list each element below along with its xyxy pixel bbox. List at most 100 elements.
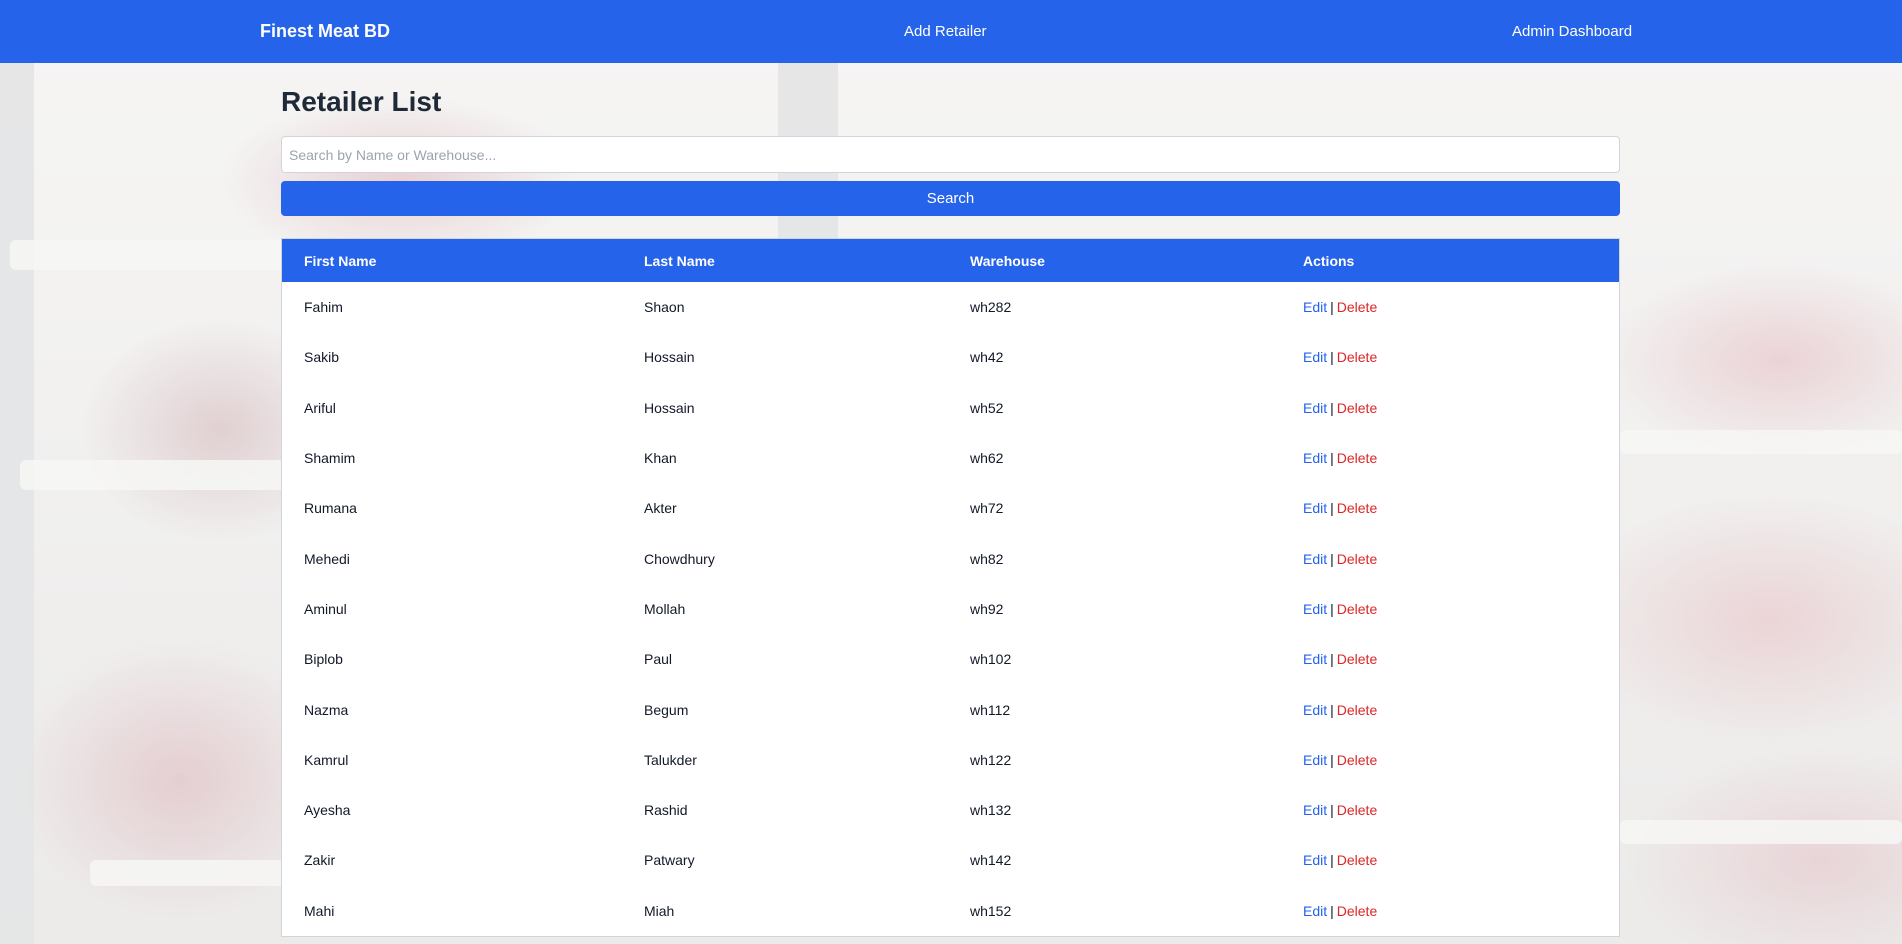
column-header-last-name: Last Name (644, 252, 715, 269)
cell-warehouse: wh52 (970, 399, 1004, 416)
cell-last-name: Talukder (644, 751, 697, 768)
column-header-warehouse: Warehouse (970, 252, 1045, 269)
cell-actions: Edit | Delete (1281, 282, 1619, 332)
nav-add-retailer-link[interactable]: Add Retailer (904, 23, 987, 40)
cell-warehouse: wh62 (970, 450, 1004, 467)
edit-link[interactable]: Edit (1303, 551, 1327, 567)
edit-link[interactable]: Edit (1303, 500, 1327, 516)
cell-first-name: Shamim (304, 450, 356, 467)
cell-last-name: Khan (644, 450, 677, 467)
delete-link[interactable]: Delete (1337, 903, 1377, 919)
action-separator: | (1330, 349, 1334, 366)
delete-link[interactable]: Delete (1337, 651, 1377, 667)
delete-link[interactable]: Delete (1337, 702, 1377, 718)
column-header-actions: Actions (1303, 252, 1355, 269)
table-row: Aminul Mollah wh92 Edit | Delete (282, 584, 1619, 634)
cell-actions: Edit | Delete (1281, 735, 1619, 785)
action-separator: | (1330, 600, 1334, 617)
cell-first-name: Nazma (304, 701, 349, 718)
delete-link[interactable]: Delete (1337, 752, 1377, 768)
cell-actions: Edit | Delete (1281, 433, 1619, 483)
cell-first-name: Zakir (304, 852, 336, 869)
edit-link[interactable]: Edit (1303, 651, 1327, 667)
table-header-row: First Name Last Name Warehouse Actions (282, 239, 1619, 282)
cell-warehouse: wh72 (970, 500, 1004, 517)
table-row: Ayesha Rashid wh132 Edit | Delete (282, 785, 1619, 835)
table-row: Sakib Hossain wh42 Edit | Delete (282, 332, 1619, 382)
action-separator: | (1330, 299, 1334, 316)
action-separator: | (1330, 802, 1334, 819)
search-input[interactable] (281, 136, 1620, 173)
cell-warehouse: wh132 (970, 802, 1012, 819)
edit-link[interactable]: Edit (1303, 702, 1327, 718)
cell-actions: Edit | Delete (1281, 483, 1619, 533)
action-separator: | (1330, 500, 1334, 517)
action-separator: | (1330, 701, 1334, 718)
edit-link[interactable]: Edit (1303, 299, 1327, 315)
delete-link[interactable]: Delete (1337, 500, 1377, 516)
cell-warehouse: wh142 (970, 852, 1012, 869)
cell-warehouse: wh122 (970, 751, 1012, 768)
action-separator: | (1330, 902, 1334, 919)
table-row: Biplob Paul wh102 Edit | Delete (282, 634, 1619, 684)
edit-link[interactable]: Edit (1303, 802, 1327, 818)
cell-warehouse: wh282 (970, 299, 1012, 316)
cell-first-name: Kamrul (304, 751, 349, 768)
retailer-table-container: First Name Last Name Warehouse Actions F… (281, 238, 1620, 937)
edit-link[interactable]: Edit (1303, 752, 1327, 768)
cell-actions: Edit | Delete (1281, 684, 1619, 734)
table-row: Mehedi Chowdhury wh82 Edit | Delete (282, 533, 1619, 583)
action-separator: | (1330, 399, 1334, 416)
delete-link[interactable]: Delete (1337, 349, 1377, 365)
action-separator: | (1330, 651, 1334, 668)
cell-actions: Edit | Delete (1281, 533, 1619, 583)
edit-link[interactable]: Edit (1303, 349, 1327, 365)
page-title: Retailer List (281, 86, 442, 117)
table-row: Ariful Hossain wh52 Edit | Delete (282, 383, 1619, 433)
cell-last-name: Hossain (644, 349, 695, 366)
top-navbar: Finest Meat BD Add Retailer Admin Dashbo… (0, 0, 1902, 63)
table-row: Shamim Khan wh62 Edit | Delete (282, 433, 1619, 483)
brand-logo-text[interactable]: Finest Meat BD (260, 21, 390, 42)
delete-link[interactable]: Delete (1337, 852, 1377, 868)
delete-link[interactable]: Delete (1337, 450, 1377, 466)
cell-warehouse: wh152 (970, 902, 1012, 919)
cell-warehouse: wh92 (970, 600, 1004, 617)
delete-link[interactable]: Delete (1337, 400, 1377, 416)
table-row: Mahi Miah wh152 Edit | Delete (282, 886, 1619, 936)
edit-link[interactable]: Edit (1303, 903, 1327, 919)
cell-actions: Edit | Delete (1281, 634, 1619, 684)
delete-link[interactable]: Delete (1337, 601, 1377, 617)
edit-link[interactable]: Edit (1303, 400, 1327, 416)
table-row: Zakir Patwary wh142 Edit | Delete (282, 835, 1619, 885)
cell-first-name: Fahim (304, 299, 343, 316)
cell-actions: Edit | Delete (1281, 835, 1619, 885)
cell-actions: Edit | Delete (1281, 886, 1619, 936)
action-separator: | (1330, 751, 1334, 768)
edit-link[interactable]: Edit (1303, 852, 1327, 868)
cell-last-name: Shaon (644, 299, 685, 316)
column-header-first-name: First Name (304, 252, 377, 269)
delete-link[interactable]: Delete (1337, 299, 1377, 315)
nav-admin-dashboard-link[interactable]: Admin Dashboard (1512, 23, 1632, 40)
edit-link[interactable]: Edit (1303, 601, 1327, 617)
table-row: Rumana Akter wh72 Edit | Delete (282, 483, 1619, 533)
cell-warehouse: wh112 (970, 701, 1011, 718)
cell-first-name: Biplob (304, 651, 343, 668)
edit-link[interactable]: Edit (1303, 450, 1327, 466)
retailer-table: First Name Last Name Warehouse Actions F… (282, 239, 1619, 936)
cell-last-name: Akter (644, 500, 677, 517)
cell-first-name: Ayesha (304, 802, 351, 819)
action-separator: | (1330, 550, 1334, 567)
search-button[interactable]: Search (281, 181, 1620, 216)
table-row: Fahim Shaon wh282 Edit | Delete (282, 282, 1619, 332)
table-row: Nazma Begum wh112 Edit | Delete (282, 684, 1619, 734)
cell-warehouse: wh42 (970, 349, 1004, 366)
cell-first-name: Aminul (304, 600, 347, 617)
delete-link[interactable]: Delete (1337, 802, 1377, 818)
delete-link[interactable]: Delete (1337, 551, 1377, 567)
cell-last-name: Hossain (644, 399, 695, 416)
cell-warehouse: wh82 (970, 550, 1004, 567)
main-content: Retailer List Search First Name Last Nam… (281, 63, 1620, 937)
cell-last-name: Miah (644, 902, 675, 919)
